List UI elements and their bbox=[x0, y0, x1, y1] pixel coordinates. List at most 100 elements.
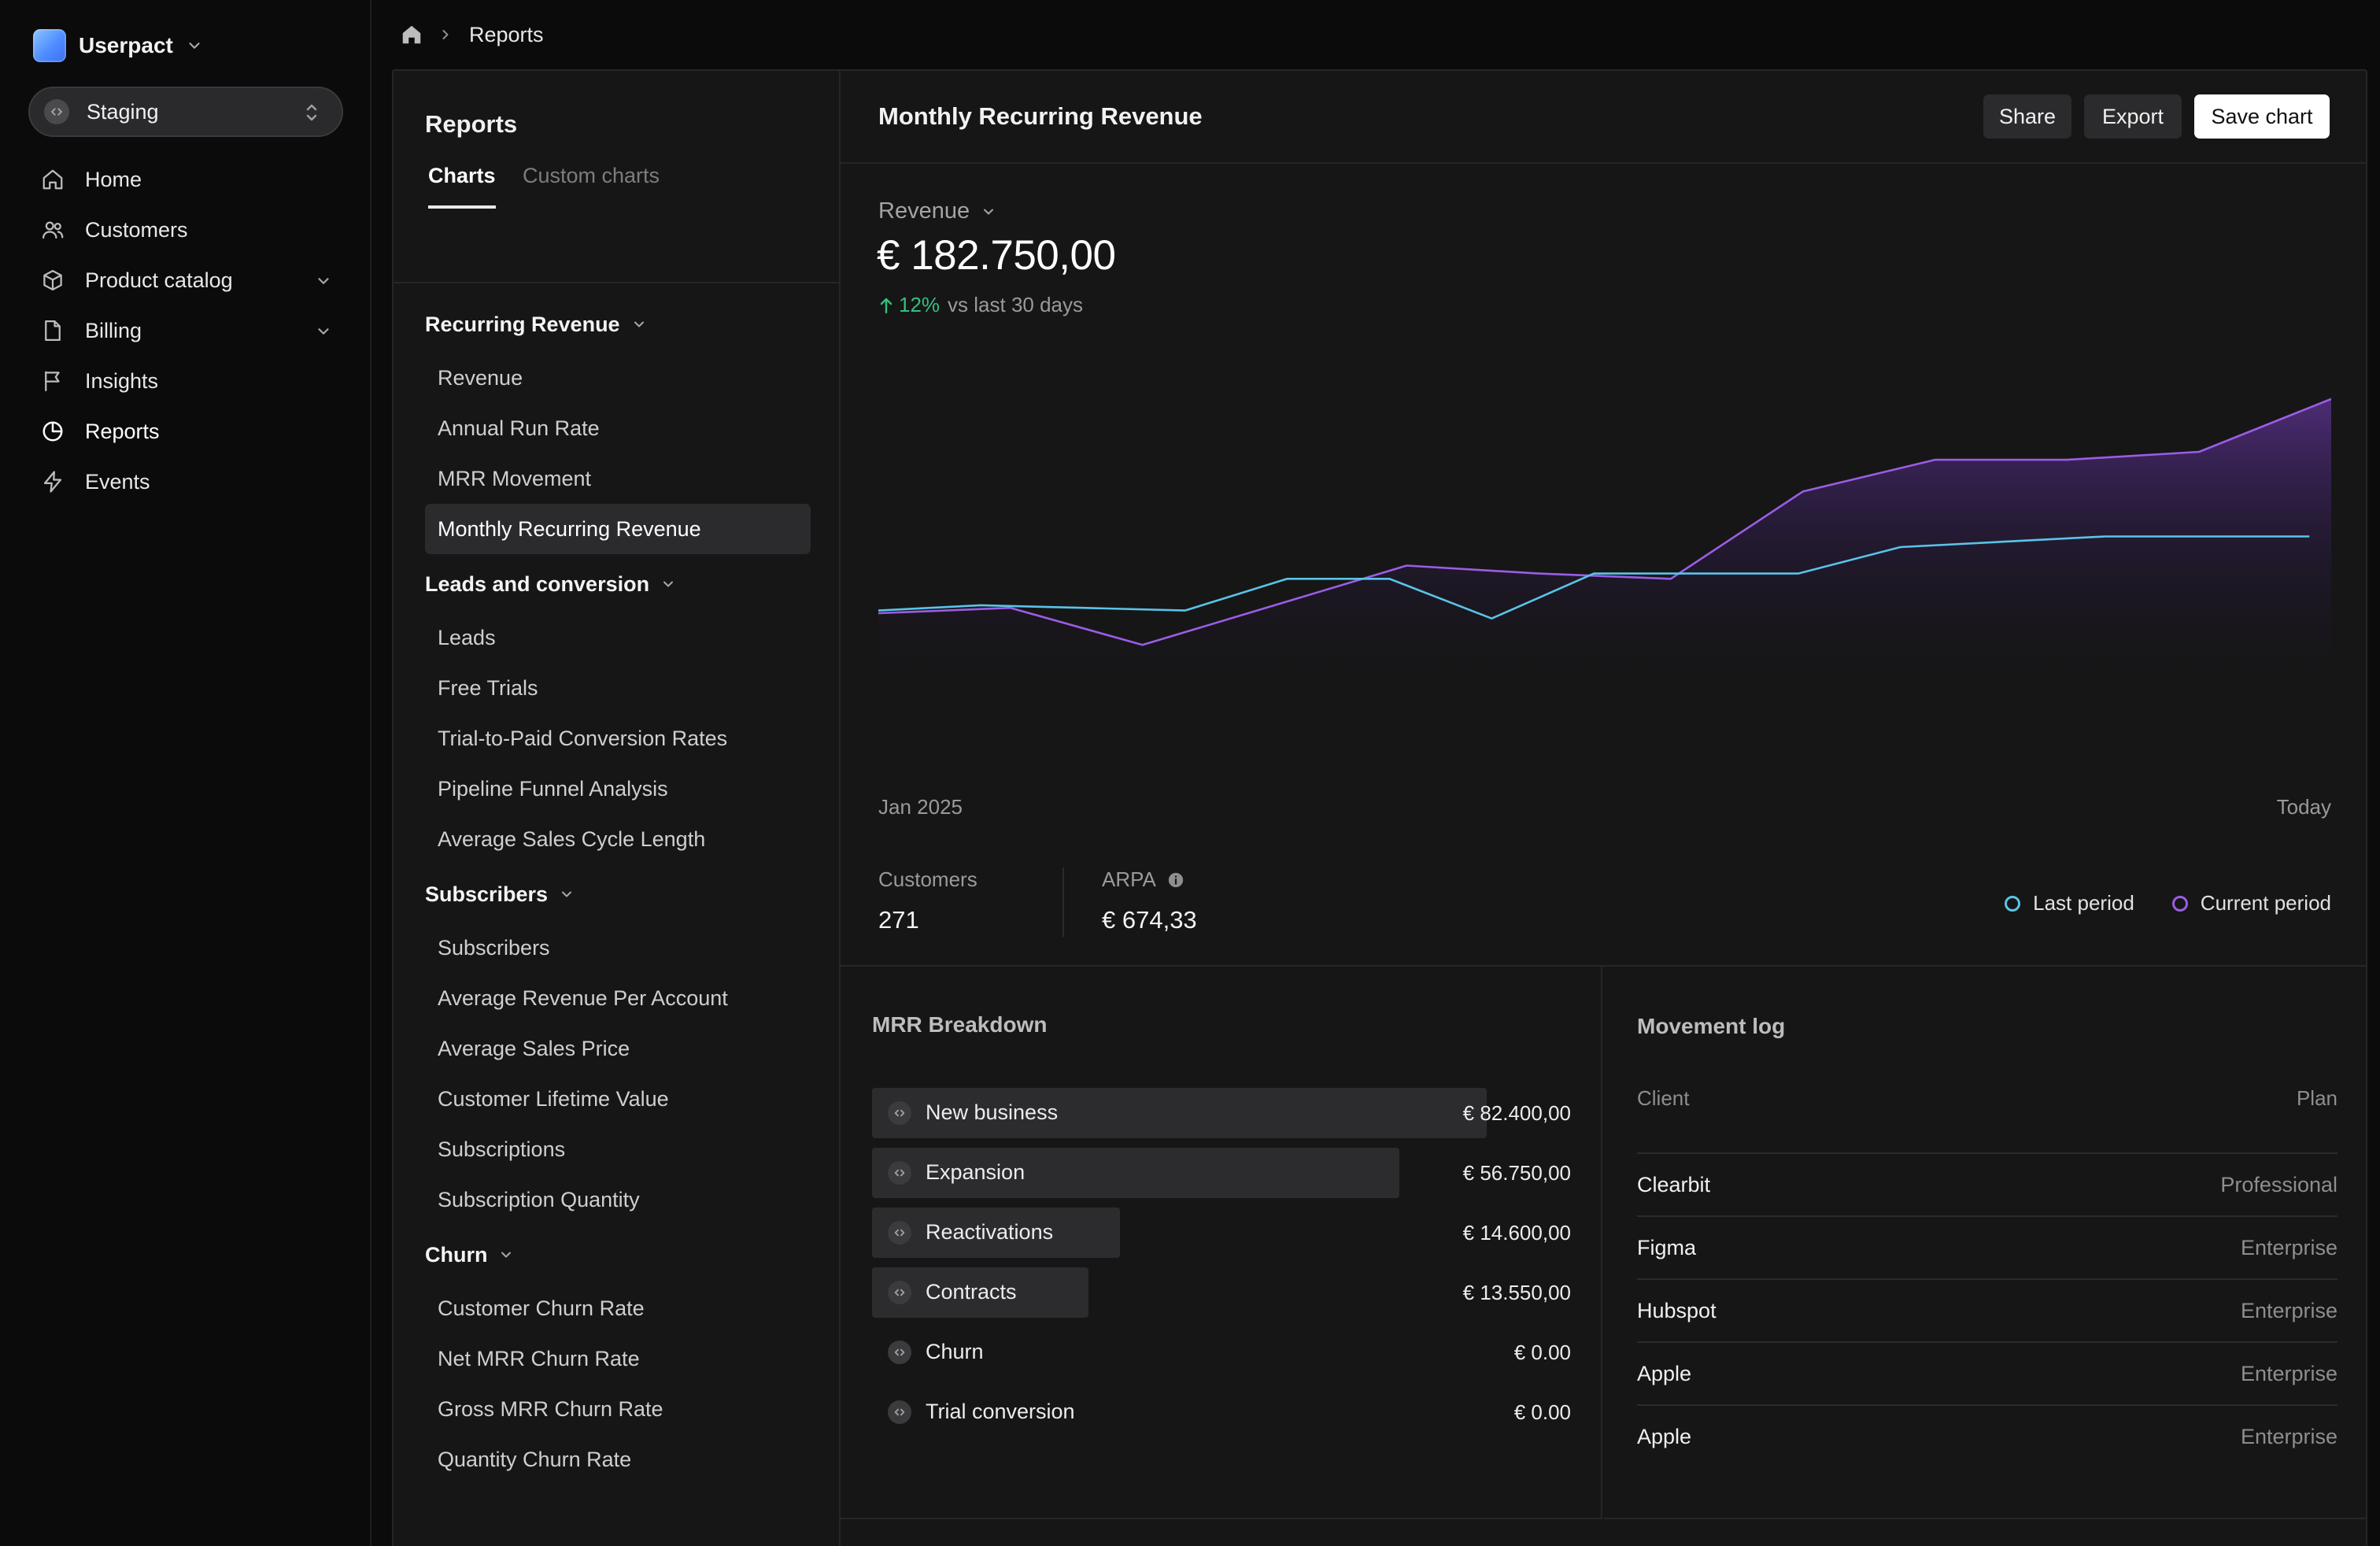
data-point-last-period[interactable] bbox=[1591, 571, 1596, 576]
revenue-line-chart[interactable] bbox=[878, 386, 2331, 716]
share-button[interactable]: Share bbox=[1983, 94, 2071, 139]
table-row[interactable]: Figma Enterprise bbox=[1637, 1217, 2338, 1280]
data-point-current-period[interactable] bbox=[2197, 449, 2201, 454]
nav-label: Insights bbox=[85, 368, 159, 393]
legend-current-period[interactable]: Current period bbox=[2171, 891, 2331, 915]
home-icon[interactable] bbox=[400, 23, 423, 46]
summary-stats: Customers 271 ARPA € 674,33 Last period bbox=[841, 850, 2367, 967]
report-item-average-revenue-per-account[interactable]: Average Revenue Per Account bbox=[425, 973, 811, 1023]
section-header-recurring-revenue[interactable]: Recurring Revenue bbox=[425, 305, 811, 343]
data-point-last-period[interactable] bbox=[2307, 534, 2312, 539]
report-item-mrr-movement[interactable]: MRR Movement bbox=[425, 453, 811, 504]
info-icon[interactable] bbox=[1167, 871, 1184, 889]
environment-select[interactable]: Staging bbox=[28, 87, 343, 137]
series-area-current-period bbox=[878, 398, 2331, 669]
report-item-customer-churn-rate[interactable]: Customer Churn Rate bbox=[425, 1283, 811, 1333]
flag-icon bbox=[45, 371, 60, 391]
client-cell: Clearbit bbox=[1637, 1173, 1711, 1196]
nav-item-home[interactable]: Home bbox=[28, 154, 343, 205]
metric-selector[interactable]: Revenue bbox=[878, 198, 996, 224]
data-point-current-period[interactable] bbox=[1536, 571, 1541, 576]
app-name: Userpact bbox=[79, 33, 173, 57]
table-row[interactable]: Apple Enterprise bbox=[1637, 1343, 2338, 1406]
data-point-current-period[interactable] bbox=[1669, 576, 1673, 581]
data-point-current-period[interactable] bbox=[2064, 457, 2069, 462]
tab-charts[interactable]: Charts bbox=[428, 164, 496, 209]
data-point-current-period[interactable] bbox=[1801, 489, 1805, 494]
report-item-monthly-recurring-revenue[interactable]: Monthly Recurring Revenue bbox=[425, 504, 811, 554]
data-point-current-period[interactable] bbox=[1140, 642, 1145, 647]
breakdown-value: € 13.550,00 bbox=[1462, 1281, 1571, 1304]
report-item-net-mrr-churn-rate[interactable]: Net MRR Churn Rate bbox=[425, 1333, 811, 1384]
plan-cell: Enterprise bbox=[2240, 1362, 2338, 1385]
report-item-leads[interactable]: Leads bbox=[425, 612, 811, 663]
legend-swatch bbox=[2171, 895, 2188, 912]
app-root: Userpact Staging Home Customers Product … bbox=[0, 0, 2380, 1546]
nav-item-reports[interactable]: Reports bbox=[28, 406, 343, 457]
data-point-last-period[interactable] bbox=[2001, 539, 2005, 544]
report-item-customer-lifetime-value[interactable]: Customer Lifetime Value bbox=[425, 1074, 811, 1124]
data-point-last-period[interactable] bbox=[2204, 534, 2209, 539]
arrow-up-icon bbox=[880, 298, 893, 313]
delta-value: 12% bbox=[899, 293, 941, 316]
section-header-subscribers[interactable]: Subscribers bbox=[425, 875, 811, 913]
nav-label: Home bbox=[85, 167, 142, 191]
report-item-subscription-quantity[interactable]: Subscription Quantity bbox=[425, 1174, 811, 1225]
data-point-last-period[interactable] bbox=[1694, 571, 1698, 576]
report-item-quantity-churn-rate[interactable]: Quantity Churn Rate bbox=[425, 1434, 811, 1485]
data-point-last-period[interactable] bbox=[1081, 605, 1085, 610]
data-point-last-period[interactable] bbox=[1183, 608, 1188, 613]
data-point-last-period[interactable] bbox=[1387, 576, 1391, 581]
breakdown-row-trial-conversion[interactable]: Trial conversion € 0.00 bbox=[872, 1387, 1571, 1437]
nav-item-events[interactable]: Events bbox=[28, 457, 343, 507]
report-item-pipeline-funnel-analysis[interactable]: Pipeline Funnel Analysis bbox=[425, 764, 811, 814]
nav-item-customers[interactable]: Customers bbox=[28, 205, 343, 255]
tab-custom-charts[interactable]: Custom charts bbox=[523, 164, 660, 205]
data-point-current-period[interactable] bbox=[1933, 457, 1938, 462]
breakdown-row-expansion[interactable]: Expansion € 56.750,00 bbox=[872, 1148, 1571, 1198]
section-header-leads-and-conversion[interactable]: Leads and conversion bbox=[425, 565, 811, 603]
save-chart-button[interactable]: Save chart bbox=[2194, 94, 2330, 139]
export-button[interactable]: Export bbox=[2084, 94, 2182, 139]
data-point-last-period[interactable] bbox=[978, 603, 983, 608]
report-item-average-sales-cycle-length[interactable]: Average Sales Cycle Length bbox=[425, 814, 811, 864]
report-item-free-trials[interactable]: Free Trials bbox=[425, 663, 811, 713]
data-point-last-period[interactable] bbox=[1489, 616, 1494, 621]
workspace-switcher[interactable]: Userpact bbox=[33, 28, 203, 63]
report-item-average-sales-price[interactable]: Average Sales Price bbox=[425, 1023, 811, 1074]
plan-cell: Enterprise bbox=[2240, 1299, 2338, 1322]
stat-arpa: ARPA € 674,33 bbox=[1102, 867, 1197, 934]
box-icon bbox=[43, 270, 62, 290]
data-point-current-period[interactable] bbox=[1272, 603, 1277, 608]
table-row[interactable]: Clearbit Professional bbox=[1637, 1154, 2338, 1217]
breadcrumb-current: Reports bbox=[469, 22, 544, 46]
breakdown-row-contracts[interactable]: Contracts € 13.550,00 bbox=[872, 1267, 1571, 1318]
nav-label: Billing bbox=[85, 318, 142, 342]
bolt-icon bbox=[43, 471, 62, 493]
movement-log-table: Client Plan Clearbit Professional Figma Ent… bbox=[1637, 1078, 2338, 1469]
data-point-last-period[interactable] bbox=[1285, 576, 1290, 581]
code-icon bbox=[44, 99, 69, 124]
nav-item-product-catalog[interactable]: Product catalog bbox=[28, 255, 343, 305]
nav-item-insights[interactable]: Insights bbox=[28, 356, 343, 406]
report-item-subscriptions[interactable]: Subscriptions bbox=[425, 1124, 811, 1174]
data-point-current-period[interactable] bbox=[1404, 563, 1409, 568]
data-point-last-period[interactable] bbox=[1796, 571, 1801, 576]
data-point-last-period[interactable] bbox=[2103, 534, 2108, 539]
breakdown-row-churn[interactable]: Churn € 0.00 bbox=[872, 1327, 1571, 1378]
breakdown-row-reactivations[interactable]: Reactivations € 14.600,00 bbox=[872, 1208, 1571, 1258]
report-item-subscribers[interactable]: Subscribers bbox=[425, 923, 811, 973]
table-row[interactable]: Apple Enterprise bbox=[1637, 1406, 2338, 1469]
section-items: Subscribers Average Revenue Per Account Av… bbox=[425, 923, 811, 1225]
breakdown-row-new-business[interactable]: New business € 82.400,00 bbox=[872, 1088, 1571, 1138]
legend-last-period[interactable]: Last period bbox=[2005, 891, 2134, 915]
report-item-revenue[interactable]: Revenue bbox=[425, 353, 811, 403]
data-point-last-period[interactable] bbox=[1898, 545, 1903, 549]
report-item-annual-run-rate[interactable]: Annual Run Rate bbox=[425, 403, 811, 453]
report-item-trial-to-paid-conversion-rates[interactable]: Trial-to-Paid Conversion Rates bbox=[425, 713, 811, 764]
table-row[interactable]: Hubspot Enterprise bbox=[1637, 1280, 2338, 1343]
report-item-gross-mrr-churn-rate[interactable]: Gross MRR Churn Rate bbox=[425, 1384, 811, 1434]
chevron-down-icon bbox=[562, 891, 572, 897]
section-header-churn[interactable]: Churn bbox=[425, 1236, 811, 1274]
nav-item-billing[interactable]: Billing bbox=[28, 305, 343, 356]
